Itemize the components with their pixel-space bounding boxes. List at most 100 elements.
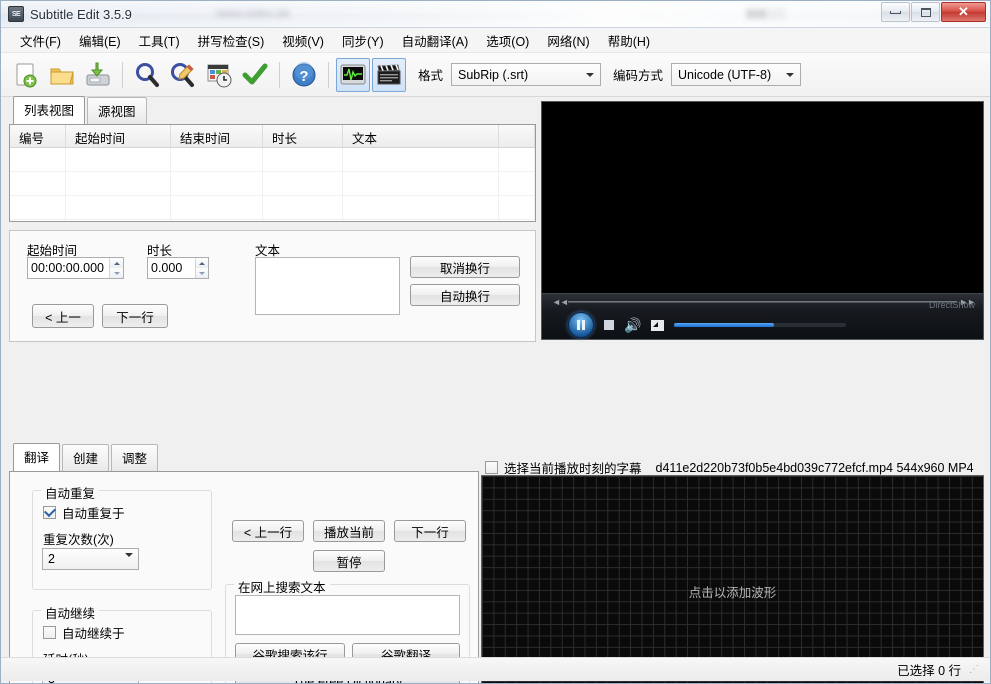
folder-icon: [50, 68, 74, 84]
column-header-end[interactable]: 结束时间: [171, 125, 263, 147]
table-row[interactable]: [10, 172, 535, 196]
format-value: SubRip (.srt): [458, 67, 529, 82]
video-seek-bar[interactable]: [568, 301, 957, 303]
checkbox-icon[interactable]: [43, 506, 56, 519]
auto-continue-label: 自动继续于: [62, 627, 125, 641]
menu-network[interactable]: 网络(N): [538, 27, 598, 54]
spin-up-icon[interactable]: [110, 258, 123, 268]
search-input[interactable]: [235, 595, 460, 635]
checkbox-icon[interactable]: [485, 461, 498, 474]
close-button[interactable]: ✕: [941, 2, 986, 22]
column-header-number[interactable]: 编号: [10, 125, 66, 147]
start-time-spinner[interactable]: [27, 257, 124, 279]
menu-spellcheck[interactable]: 拼写检查(S): [189, 27, 274, 54]
auto-continue-checkbox[interactable]: 自动继续于: [43, 623, 125, 642]
new-file-button[interactable]: [9, 58, 43, 92]
next-line-button[interactable]: 下一行: [394, 520, 466, 542]
menu-options[interactable]: 选项(O): [477, 27, 538, 54]
chevron-down-icon: [781, 65, 798, 84]
maximize-button[interactable]: [911, 2, 940, 22]
subtitle-list-panel: 列表视图 源视图 编号 起始时间 结束时间 时长 文本 起始时间 00:00:0…: [9, 96, 536, 342]
menu-sync[interactable]: 同步(Y): [333, 27, 393, 54]
open-file-button[interactable]: [45, 58, 79, 92]
select-current-subtitle-checkbox[interactable]: [485, 461, 498, 474]
prev-line-button[interactable]: < 上一行: [232, 520, 304, 542]
tab-translate[interactable]: 翻译: [13, 443, 61, 471]
tab-list-view[interactable]: 列表视图: [13, 96, 86, 124]
sync-timing-button[interactable]: [202, 58, 236, 92]
tab-source-view[interactable]: 源视图: [87, 97, 147, 124]
previous-line-button[interactable]: < 上一: [32, 304, 94, 328]
save-file-button[interactable]: [81, 58, 115, 92]
video-file-info: d411e2d220b73f0b5e4bd039c772efcf.mp4 544…: [655, 460, 974, 475]
auto-repeat-label: 自动重复于: [62, 507, 125, 521]
autobreak-button[interactable]: 自动换行: [410, 284, 520, 306]
encoding-combo[interactable]: Unicode (UTF-8): [671, 63, 802, 86]
repeat-count-dropdown[interactable]: 2: [42, 548, 139, 571]
chevron-down-icon: [581, 65, 598, 84]
play-pause-button[interactable]: [568, 312, 594, 338]
menu-help[interactable]: 帮助(H): [599, 27, 659, 54]
next-line-button[interactable]: 下一行: [102, 304, 168, 328]
new-file-icon: [16, 63, 37, 87]
encoding-value: Unicode (UTF-8): [678, 67, 772, 82]
resize-grip-icon[interactable]: ⋰: [969, 664, 980, 675]
unbreak-button[interactable]: 取消换行: [410, 256, 520, 278]
rewind-icon[interactable]: ◄◄: [552, 297, 569, 307]
pause-icon: [577, 320, 585, 330]
pause-button[interactable]: 暂停: [313, 550, 385, 572]
replace-button[interactable]: [166, 58, 200, 92]
duration-input[interactable]: [148, 258, 196, 278]
video-player[interactable]: ◄◄ ►► 🔊 DirectShow: [541, 101, 984, 340]
main-body: 列表视图 源视图 编号 起始时间 结束时间 时长 文本 起始时间 00:00:0…: [1, 96, 990, 683]
table-row[interactable]: [10, 196, 535, 220]
column-header-start[interactable]: 起始时间: [66, 125, 171, 147]
start-time-input[interactable]: [28, 258, 110, 278]
subtitle-listview[interactable]: 编号 起始时间 结束时间 时长 文本: [9, 124, 536, 222]
column-header-duration[interactable]: 时长: [263, 125, 343, 147]
table-row[interactable]: [10, 148, 535, 172]
find-button[interactable]: [130, 58, 164, 92]
fullscreen-icon[interactable]: [651, 319, 665, 331]
toggle-video-button[interactable]: [372, 57, 406, 92]
spin-down-icon[interactable]: [196, 268, 208, 278]
encoding-label: 编码方式: [613, 69, 664, 83]
format-combo[interactable]: SubRip (.srt): [451, 63, 602, 86]
play-current-button[interactable]: 播放当前: [313, 520, 385, 542]
auto-repeat-checkbox[interactable]: 自动重复于: [43, 503, 125, 522]
subtitle-text-input[interactable]: [255, 257, 400, 315]
waveform-display[interactable]: 点击以添加波形: [481, 475, 984, 683]
minimize-button[interactable]: [881, 2, 910, 22]
stop-button[interactable]: [604, 320, 614, 330]
auto-repeat-group: 自动重复 自动重复于 重复次数(次) 2: [32, 483, 212, 590]
toggle-waveform-button[interactable]: [336, 57, 370, 92]
volume-slider[interactable]: [674, 323, 847, 327]
video-seek-row[interactable]: ◄◄ ►►: [542, 294, 983, 310]
help-button[interactable]: ?: [287, 58, 321, 92]
menu-autotranslate[interactable]: 自动翻译(A): [393, 27, 478, 54]
waveform-icon: [340, 64, 366, 84]
tab-adjust[interactable]: 调整: [111, 444, 159, 471]
chevron-down-icon: [125, 553, 133, 571]
status-bar: 已选择 0 行 ⋰: [1, 657, 990, 681]
column-header-text[interactable]: 文本: [343, 125, 499, 147]
menu-video[interactable]: 视频(V): [273, 27, 333, 54]
mode-tabs: 翻译 创建 调整: [9, 443, 479, 471]
toolbar: ? 格式 SubRip (.srt) 编码方式 Unicode (UTF-8): [1, 53, 990, 97]
duration-spinner[interactable]: [147, 257, 209, 279]
volume-icon[interactable]: 🔊: [624, 318, 641, 332]
start-time-spin-buttons[interactable]: [109, 258, 123, 278]
tab-create[interactable]: 创建: [62, 444, 110, 471]
menu-edit[interactable]: 编辑(E): [70, 27, 130, 54]
clapperboard-icon: [377, 63, 401, 84]
checkbox-icon[interactable]: [43, 626, 56, 639]
auto-repeat-group-title: 自动重复: [41, 483, 100, 502]
format-label: 格式: [418, 69, 444, 83]
spin-down-icon[interactable]: [110, 268, 123, 278]
menu-file[interactable]: 文件(F): [11, 27, 70, 54]
auto-continue-group-title: 自动继续: [41, 603, 100, 622]
spin-up-icon[interactable]: [196, 258, 208, 268]
duration-spin-buttons[interactable]: [195, 258, 208, 278]
spellcheck-button[interactable]: [238, 58, 272, 92]
menu-tools[interactable]: 工具(T): [130, 27, 189, 54]
